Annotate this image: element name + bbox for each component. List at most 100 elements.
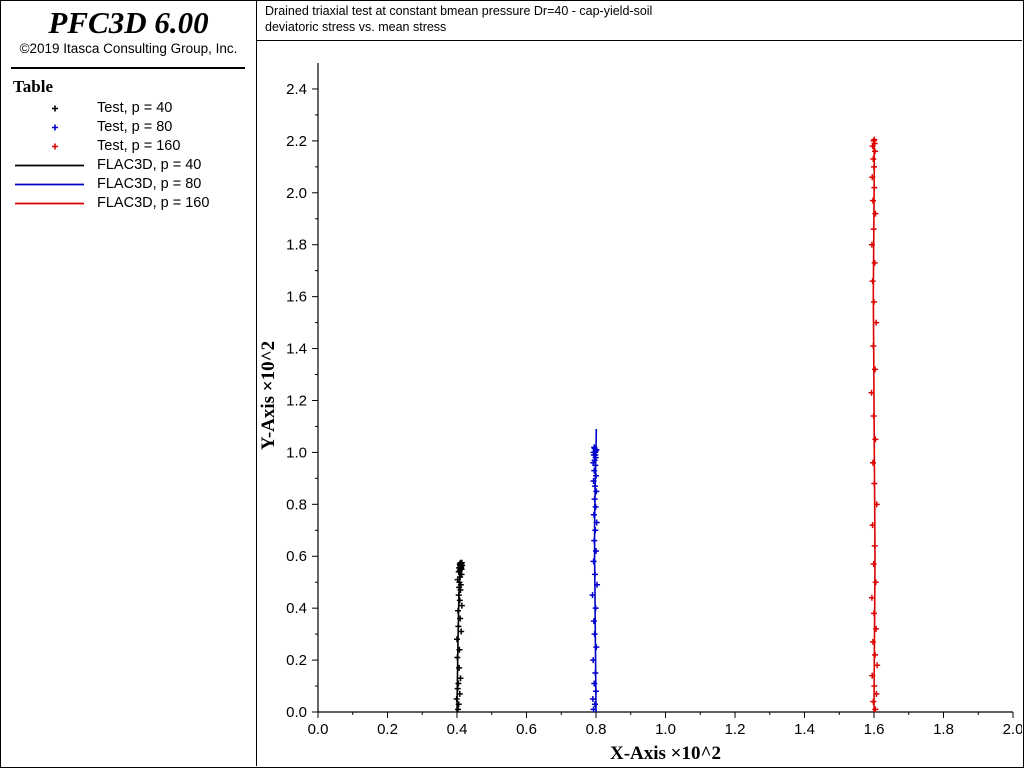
y-tick-label: 0.0 bbox=[286, 704, 307, 721]
legend-item: FLAC3D, p = 80 bbox=[15, 175, 251, 194]
data-point bbox=[872, 436, 879, 443]
data-point bbox=[870, 413, 877, 420]
data-point bbox=[871, 298, 877, 305]
legend-item: Test, p = 80 bbox=[15, 118, 251, 137]
x-tick-label: 0.8 bbox=[586, 721, 607, 738]
legend-label: FLAC3D, p = 160 bbox=[97, 195, 210, 211]
data-point bbox=[455, 680, 462, 687]
legend-label: Test, p = 160 bbox=[97, 138, 181, 154]
plot-title: Drained triaxial test at constant bmean … bbox=[265, 4, 653, 18]
data-point bbox=[455, 623, 462, 630]
data-point bbox=[871, 136, 878, 143]
legend-line-swatch bbox=[15, 202, 84, 205]
product-title: PFC3D 6.00 bbox=[48, 5, 209, 40]
legend-item: FLAC3D, p = 40 bbox=[15, 156, 251, 175]
data-point bbox=[593, 472, 599, 479]
x-tick-label: 0.4 bbox=[447, 721, 468, 738]
x-tick-label: 0.0 bbox=[308, 721, 329, 738]
y-tick-label: 1.4 bbox=[286, 341, 307, 358]
y-tick-label: 1.8 bbox=[286, 237, 307, 254]
data-point bbox=[871, 259, 878, 266]
data-point bbox=[871, 480, 878, 487]
y-tick-label: 2.0 bbox=[286, 185, 307, 202]
x-tick-label: 1.8 bbox=[933, 721, 954, 738]
data-point bbox=[457, 675, 464, 682]
data-point bbox=[458, 602, 465, 609]
data-point bbox=[591, 537, 598, 544]
data-point bbox=[593, 644, 600, 651]
data-point bbox=[591, 496, 598, 503]
data-point bbox=[593, 688, 599, 695]
y-tick-label: 1.6 bbox=[286, 289, 307, 306]
legend-marker-swatch bbox=[52, 124, 58, 131]
data-point bbox=[870, 342, 877, 349]
legend-marker-swatch bbox=[52, 143, 58, 150]
y-tick-label: 1.0 bbox=[286, 444, 307, 461]
legend-line-swatch bbox=[15, 164, 84, 167]
data-point bbox=[872, 366, 879, 373]
data-point bbox=[869, 197, 876, 204]
x-tick-label: 1.6 bbox=[864, 721, 885, 738]
data-point bbox=[590, 558, 597, 565]
data-point bbox=[591, 467, 598, 474]
data-point bbox=[454, 654, 461, 661]
y-tick-label: 2.2 bbox=[286, 133, 307, 150]
data-point bbox=[455, 607, 462, 614]
scatter-chart: 0.0 0.2 0.4 0.6 0.8 1.0 1.2 1.4 1.6 1.8 2.0 0.0 0.2 0… bbox=[258, 63, 1022, 764]
data-point bbox=[871, 163, 877, 170]
data-point bbox=[593, 488, 600, 495]
y-axis-title: Y-Axis ×10^2 bbox=[258, 341, 279, 450]
data-point bbox=[871, 542, 878, 549]
plot-header: Drained triaxial test at constant bmean … bbox=[257, 1, 1022, 41]
data-point bbox=[592, 527, 599, 534]
data-point bbox=[456, 597, 463, 604]
data-point bbox=[592, 670, 599, 677]
data-point bbox=[455, 592, 462, 599]
y-tick-label: 0.6 bbox=[286, 548, 307, 565]
x-tick-label: 0.6 bbox=[516, 721, 537, 738]
data-point bbox=[592, 605, 599, 612]
data-point bbox=[592, 503, 599, 510]
y-tick-label: 0.2 bbox=[286, 652, 307, 669]
data-point bbox=[454, 636, 460, 643]
data-point bbox=[870, 698, 877, 705]
x-tick-label: 1.4 bbox=[794, 721, 815, 738]
legend-line-swatch bbox=[15, 183, 84, 186]
x-axis-title: X-Axis ×10^2 bbox=[610, 743, 721, 764]
legend-item: Test, p = 40 bbox=[15, 99, 251, 118]
copyright-text: ©2019 Itasca Consulting Group, Inc. bbox=[19, 41, 238, 56]
y-tick-label: 0.8 bbox=[286, 496, 307, 513]
legend-label: Test, p = 40 bbox=[97, 100, 173, 116]
data-point bbox=[872, 148, 879, 155]
data-point bbox=[872, 651, 879, 658]
legend-item: FLAC3D, p = 160 bbox=[15, 194, 251, 213]
legend-item: Test, p = 160 bbox=[15, 137, 251, 156]
data-point bbox=[453, 696, 460, 703]
legend-marker-swatch bbox=[52, 105, 58, 112]
data-point bbox=[454, 685, 461, 692]
legend-panel: PFC3D 6.00 ©2019 Itasca Consulting Group… bbox=[1, 1, 257, 766]
x-tick-label: 1.2 bbox=[725, 721, 746, 738]
legend-label: FLAC3D, p = 80 bbox=[97, 176, 202, 192]
plot-subtitle: deviatoric stress vs. mean stress bbox=[265, 20, 447, 34]
data-point bbox=[872, 579, 879, 586]
data-point bbox=[591, 631, 598, 638]
data-point bbox=[870, 226, 877, 233]
y-tick-label: 2.4 bbox=[286, 81, 307, 98]
x-tick-label: 0.2 bbox=[377, 721, 398, 738]
legend: Test, p = 40 Test, p = 80 Test, p = 160 FLA… bbox=[15, 99, 251, 213]
data-point bbox=[870, 156, 877, 163]
plot-area: 0.0 0.2 0.4 0.6 0.8 1.0 1.2 1.4 1.6 1.8 2.0 0.0 0.2 0… bbox=[257, 41, 1022, 766]
legend-title: Table bbox=[13, 77, 54, 96]
data-point bbox=[871, 610, 877, 617]
x-tick-label: 1.0 bbox=[655, 721, 676, 738]
data-point bbox=[871, 683, 878, 690]
legend-label: Test, p = 80 bbox=[97, 119, 173, 135]
x-tick-label: 2.0 bbox=[1003, 721, 1022, 738]
data-point bbox=[871, 184, 878, 191]
data-point bbox=[591, 571, 598, 578]
data-point bbox=[591, 483, 598, 490]
data-point bbox=[869, 278, 876, 285]
data-point bbox=[458, 628, 465, 635]
data-point bbox=[591, 701, 598, 708]
